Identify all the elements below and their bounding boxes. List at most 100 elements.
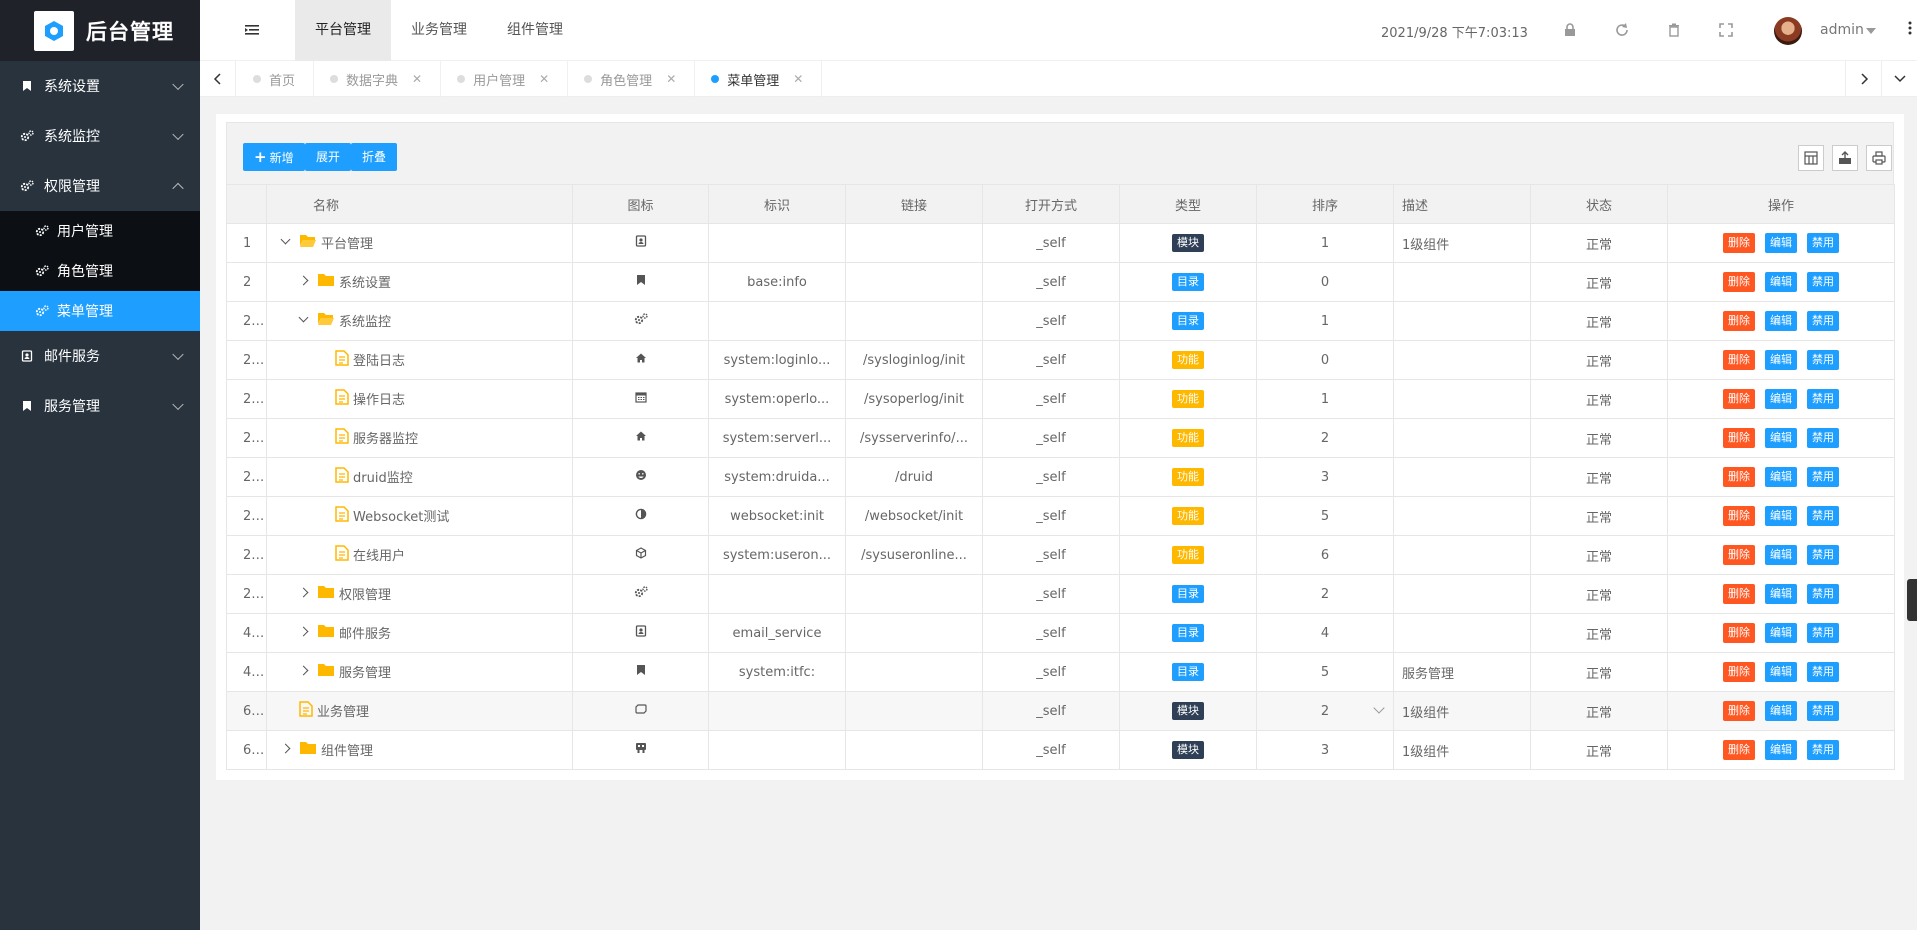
delete-button[interactable]: 删除 bbox=[1723, 311, 1755, 331]
delete-button[interactable]: 删除 bbox=[1723, 701, 1755, 721]
edit-button[interactable]: 编辑 bbox=[1765, 662, 1797, 682]
table-row[interactable]: 24 服务器监控 system:serverl... /sysserverinf… bbox=[226, 418, 1895, 458]
expand-chevron-icon[interactable] bbox=[297, 586, 311, 600]
expand-chevron-icon[interactable] bbox=[297, 625, 311, 639]
edit-button[interactable]: 编辑 bbox=[1765, 701, 1797, 721]
delete-button[interactable]: 删除 bbox=[1723, 467, 1755, 487]
logo[interactable]: 后台管理 bbox=[0, 0, 200, 61]
table-row[interactable]: 2 系统设置 base:info _self 目录 0 正常 删除 编辑 禁用 bbox=[226, 262, 1895, 302]
sidebar-item-2[interactable]: 权限管理 bbox=[0, 161, 200, 211]
expand-chevron-icon[interactable] bbox=[279, 235, 293, 249]
column-header-7[interactable]: 描述 bbox=[1393, 184, 1531, 224]
table-row[interactable]: 47 邮件服务 email_service _self 目录 4 正常 删除 编辑… bbox=[226, 613, 1895, 653]
more-icon[interactable] bbox=[1908, 21, 1912, 35]
edit-button[interactable]: 编辑 bbox=[1765, 545, 1797, 565]
delete-button[interactable]: 删除 bbox=[1723, 584, 1755, 604]
disable-button[interactable]: 禁用 bbox=[1807, 350, 1839, 370]
table-row[interactable]: 23 操作日志 system:operlo... /sysoperlog/ini… bbox=[226, 379, 1895, 419]
sidebar-subitem-0[interactable]: 用户管理 bbox=[0, 211, 200, 251]
column-header-5[interactable]: 类型 bbox=[1119, 184, 1257, 224]
column-header-8[interactable]: 状态 bbox=[1530, 184, 1668, 224]
close-icon[interactable]: ✕ bbox=[793, 72, 803, 86]
column-header-2[interactable]: 标识 bbox=[708, 184, 846, 224]
edit-button[interactable]: 编辑 bbox=[1765, 740, 1797, 760]
table-row[interactable]: 27 在线用户 system:useron... /sysuseronline.… bbox=[226, 535, 1895, 575]
disable-button[interactable]: 禁用 bbox=[1807, 428, 1839, 448]
lock-icon[interactable] bbox=[1562, 22, 1578, 38]
page-tab-3[interactable]: 角色管理 ✕ bbox=[568, 61, 696, 97]
expand-button[interactable]: 展开 bbox=[305, 143, 352, 171]
delete-button[interactable]: 删除 bbox=[1723, 350, 1755, 370]
page-tab-1[interactable]: 数据字典 ✕ bbox=[314, 61, 442, 97]
expand-chevron-icon[interactable] bbox=[297, 664, 311, 678]
print-icon[interactable] bbox=[1866, 145, 1892, 171]
top-tab-1[interactable]: 业务管理 bbox=[391, 0, 487, 61]
delete-button[interactable]: 删除 bbox=[1723, 428, 1755, 448]
edit-button[interactable]: 编辑 bbox=[1765, 623, 1797, 643]
disable-button[interactable]: 禁用 bbox=[1807, 701, 1839, 721]
expand-chevron-icon[interactable] bbox=[297, 313, 311, 327]
edit-button[interactable]: 编辑 bbox=[1765, 506, 1797, 526]
table-row[interactable]: 22 登陆日志 system:loginlo... /sysloginlog/i… bbox=[226, 340, 1895, 380]
edit-button[interactable]: 编辑 bbox=[1765, 584, 1797, 604]
page-tab-2[interactable]: 用户管理 ✕ bbox=[441, 61, 569, 97]
edit-button[interactable]: 编辑 bbox=[1765, 311, 1797, 331]
avatar[interactable] bbox=[1774, 17, 1802, 45]
sidebar-item-0[interactable]: 系统设置 bbox=[0, 61, 200, 111]
table-row[interactable]: 28 权限管理 _self 目录 2 正常 删除 编辑 禁用 bbox=[226, 574, 1895, 614]
sidebar-item-1[interactable]: 系统监控 bbox=[0, 111, 200, 161]
edit-button[interactable]: 编辑 bbox=[1765, 272, 1797, 292]
disable-button[interactable]: 禁用 bbox=[1807, 311, 1839, 331]
fullscreen-icon[interactable] bbox=[1718, 22, 1734, 38]
table-row[interactable]: 49 服务管理 system:itfc: _self 目录 5 服务管理 正常 … bbox=[226, 652, 1895, 692]
tabs-scroll-right-icon[interactable] bbox=[1845, 61, 1881, 97]
chevron-down-icon[interactable] bbox=[1373, 702, 1385, 714]
sidebar-item-3[interactable]: 邮件服务 bbox=[0, 331, 200, 381]
disable-button[interactable]: 禁用 bbox=[1807, 272, 1839, 292]
chevron-down-icon[interactable] bbox=[1866, 28, 1876, 34]
disable-button[interactable]: 禁用 bbox=[1807, 233, 1839, 253]
disable-button[interactable]: 禁用 bbox=[1807, 740, 1839, 760]
sidebar-subitem-2[interactable]: 菜单管理 bbox=[0, 291, 200, 331]
delete-button[interactable]: 删除 bbox=[1723, 623, 1755, 643]
delete-button[interactable]: 删除 bbox=[1723, 233, 1755, 253]
column-header-4[interactable]: 打开方式 bbox=[982, 184, 1120, 224]
table-row[interactable]: 21 系统监控 _self 目录 1 正常 删除 编辑 禁用 bbox=[226, 301, 1895, 341]
page-tab-0[interactable]: 首页 bbox=[237, 61, 315, 97]
tabs-menu-chevron-down-icon[interactable] bbox=[1881, 61, 1917, 97]
delete-button[interactable]: 删除 bbox=[1723, 545, 1755, 565]
disable-button[interactable]: 禁用 bbox=[1807, 467, 1839, 487]
sidebar-subitem-1[interactable]: 角色管理 bbox=[0, 251, 200, 291]
side-drawer-handle[interactable] bbox=[1907, 579, 1917, 621]
columns-filter-icon[interactable] bbox=[1798, 145, 1824, 171]
edit-button[interactable]: 编辑 bbox=[1765, 389, 1797, 409]
expand-chevron-icon[interactable] bbox=[297, 274, 311, 288]
edit-button[interactable]: 编辑 bbox=[1765, 233, 1797, 253]
export-icon[interactable] bbox=[1832, 145, 1858, 171]
column-header-3[interactable]: 链接 bbox=[845, 184, 983, 224]
table-row[interactable]: 26 Websocket测试 websocket:init /websocket… bbox=[226, 496, 1895, 536]
delete-button[interactable]: 删除 bbox=[1723, 389, 1755, 409]
page-tab-4[interactable]: 菜单管理 ✕ bbox=[695, 61, 823, 97]
disable-button[interactable]: 禁用 bbox=[1807, 545, 1839, 565]
add-button[interactable]: + 新增 bbox=[243, 143, 305, 171]
delete-button[interactable]: 删除 bbox=[1723, 740, 1755, 760]
column-header-1[interactable]: 图标 bbox=[572, 184, 709, 224]
table-row[interactable]: 1 平台管理 _self 模块 1 1级组件 正常 删除 编辑 禁用 bbox=[226, 223, 1895, 263]
column-header-6[interactable]: 排序 bbox=[1256, 184, 1394, 224]
edit-button[interactable]: 编辑 bbox=[1765, 467, 1797, 487]
table-row[interactable]: 61 组件管理 _self 模块 3 1级组件 正常 删除 编辑 禁用 bbox=[226, 730, 1895, 770]
disable-button[interactable]: 禁用 bbox=[1807, 389, 1839, 409]
disable-button[interactable]: 禁用 bbox=[1807, 623, 1839, 643]
expand-chevron-icon[interactable] bbox=[279, 742, 293, 756]
column-header-9[interactable]: 操作 bbox=[1667, 184, 1895, 224]
refresh-icon[interactable] bbox=[1614, 22, 1630, 38]
close-icon[interactable]: ✕ bbox=[412, 72, 422, 86]
delete-button[interactable]: 删除 bbox=[1723, 272, 1755, 292]
delete-button[interactable]: 删除 bbox=[1723, 662, 1755, 682]
edit-button[interactable]: 编辑 bbox=[1765, 350, 1797, 370]
close-icon[interactable]: ✕ bbox=[666, 72, 676, 86]
trash-icon[interactable] bbox=[1666, 22, 1682, 38]
delete-button[interactable]: 删除 bbox=[1723, 506, 1755, 526]
user-name[interactable]: admin bbox=[1820, 22, 1864, 38]
